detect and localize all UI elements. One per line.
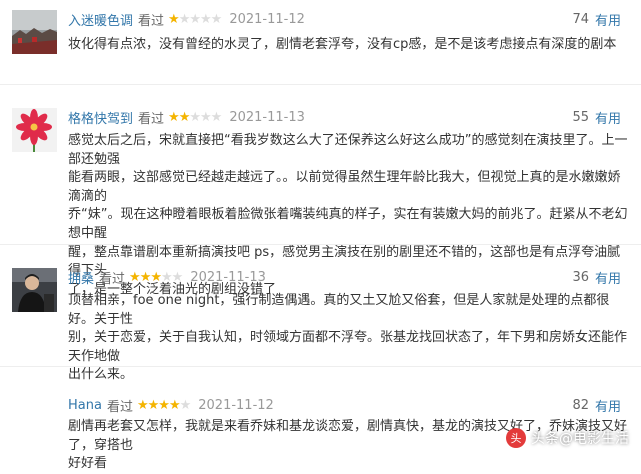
star-empty-icon: ★ [200, 11, 212, 27]
star-empty-icon: ★ [189, 11, 201, 27]
review-date: 2021-11-13 [190, 269, 266, 285]
username-link[interactable]: 拥桑 [68, 268, 94, 287]
review-text-line: 感觉太后之后，宋就直接把“看我岁数这么大了还保养这么好这么成功”的感觉刻在演技里… [68, 133, 628, 167]
toutiao-logo-icon: 头 [506, 428, 526, 448]
review-date: 2021-11-12 [229, 11, 305, 27]
review-text-line: 妆化得有点浓，没有曾经的水灵了，剧情老套浮夸，没有cp感，是不是该考虑接点有深度… [68, 37, 617, 52]
rating-stars: ★★★★★ [168, 11, 223, 27]
divider [0, 84, 641, 85]
review-text: 顶替相亲，foe one night，强行制造偶遇。真的又土又尬又俗套，但是人家… [68, 292, 628, 385]
rating-stars: ★★★★★ [129, 269, 184, 285]
rating-stars: ★★★★★ [136, 397, 192, 413]
useful-vote[interactable]: 36 有用 [572, 268, 621, 287]
review-text-line: 出什么来。 [68, 367, 134, 383]
rating-stars: ★★★★★ [168, 109, 223, 125]
useful-button[interactable]: 有用 [595, 396, 621, 415]
star-filled-icon: ★ [168, 11, 180, 27]
useful-button[interactable]: 有用 [595, 108, 621, 127]
star-empty-icon: ★ [178, 11, 191, 27]
star-empty-icon: ★ [171, 269, 184, 285]
useful-count: 36 [572, 269, 589, 285]
useful-vote[interactable]: 55 有用 [572, 108, 621, 127]
useful-count: 55 [572, 109, 589, 125]
avatar[interactable] [12, 268, 57, 312]
star-filled-icon: ★ [129, 269, 141, 285]
star-empty-icon: ★ [179, 397, 192, 413]
star-filled-icon: ★ [178, 109, 191, 125]
watermark-text: 头条@电影生活 [531, 431, 629, 447]
star-filled-icon: ★ [158, 397, 170, 413]
review-text-line: 好好看 [68, 456, 108, 472]
useful-count: 82 [572, 397, 589, 413]
useful-vote[interactable]: 74 有用 [572, 10, 621, 29]
review-text-line: 能看两眼，这部感觉已经越走越远了。。以前觉得虽然生理年龄比我大，但视觉上真的是水… [68, 170, 621, 204]
review-date: 2021-11-13 [229, 109, 305, 125]
useful-count: 74 [572, 11, 589, 27]
review-date: 2021-11-12 [198, 397, 274, 413]
review-text-line: 顶替相亲，foe one night，强行制造偶遇。真的又土又尬又俗套，但是人家… [68, 293, 610, 327]
useful-button[interactable]: 有用 [595, 268, 621, 287]
watermark: 头 头条@电影生活 [506, 426, 629, 450]
star-filled-icon: ★ [136, 397, 149, 413]
username-link[interactable]: 格格快驾到 [68, 108, 133, 127]
username-link[interactable]: 入迷暖色调 [68, 10, 133, 29]
star-filled-icon: ★ [168, 397, 181, 413]
star-filled-icon: ★ [168, 109, 180, 125]
useful-button[interactable]: 有用 [595, 10, 621, 29]
star-empty-icon: ★ [210, 109, 223, 125]
divider [0, 366, 641, 367]
watched-label: 看过 [138, 111, 165, 127]
useful-vote[interactable]: 82 有用 [572, 396, 621, 415]
review-text-line: 乔“妹”。现在这种瞪着眼板着脸微张着嘴装纯真的样子，实在有装嫩大妈的前兆了。赶紧… [68, 207, 628, 241]
divider [0, 244, 641, 245]
avatar[interactable] [12, 10, 57, 54]
star-empty-icon: ★ [200, 109, 212, 125]
watched-label: 看过 [138, 13, 165, 29]
star-filled-icon: ★ [147, 397, 160, 413]
star-empty-icon: ★ [161, 269, 173, 285]
star-empty-icon: ★ [189, 109, 201, 125]
username-link[interactable]: Hana [68, 398, 102, 413]
review-text-line: 别，关于恋爱，关于自我认知，时领域方面都不浮夸。张基龙找回状态了，年下男和房娇女… [68, 330, 628, 364]
star-empty-icon: ★ [210, 11, 223, 27]
watched-label: 看过 [99, 271, 126, 287]
star-filled-icon: ★ [139, 269, 152, 285]
review-text: 妆化得有点浓，没有曾经的水灵了，剧情老套浮夸，没有cp感，是不是该考虑接点有深度… [68, 36, 628, 55]
watched-label: 看过 [106, 399, 133, 415]
star-filled-icon: ★ [150, 269, 162, 285]
avatar[interactable] [12, 108, 57, 152]
